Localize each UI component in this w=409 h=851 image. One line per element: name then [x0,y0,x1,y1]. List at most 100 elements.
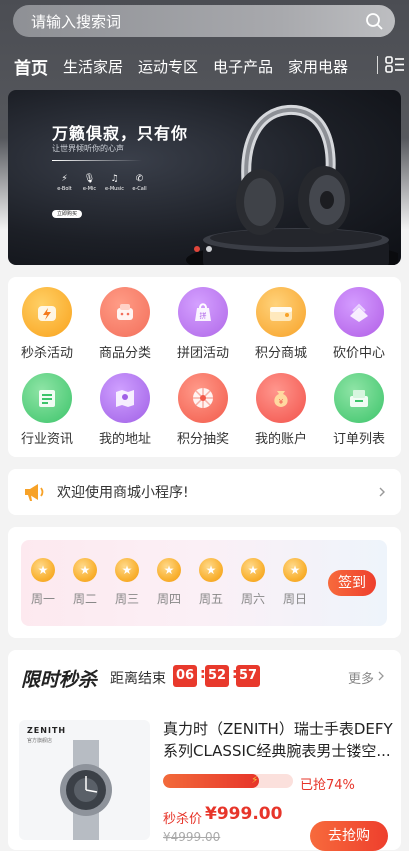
signin-card: ★ 周一 ★ 周二 ★ 周三 ★ 周四 ★ 周五 ★ 周六 ★ 周日 签到 [8,527,401,638]
category-product-categories[interactable]: 商品分类 [90,287,160,361]
countdown-minutes: 52 [205,665,229,687]
category-label: 积分商城 [254,346,307,361]
order-list-icon [334,373,384,423]
category-label: 积分抽奖 [176,432,229,447]
category-label: 行业资讯 [20,432,73,447]
price-label: 秒杀价 [163,812,203,827]
music-icon: ♫ [110,174,119,184]
tab-appliances[interactable]: 家用电器 [288,56,348,77]
category-label: 我的地址 [98,432,151,447]
tabs-divider [377,56,378,74]
category-flash-sale[interactable]: 秒杀活动 [12,287,82,361]
buy-button[interactable]: 去抢购 [310,821,388,851]
product-price: ¥999.00 [205,804,283,824]
day-label: 周四 [156,592,181,606]
banner-buy-button[interactable]: 立即购买 [52,210,82,218]
notice-text: 欢迎使用商城小程序! [57,485,189,501]
banner-feature: 🎙 e-Mic [77,174,102,192]
day-label: 周六 [240,592,265,606]
banner-feature: ⚡ e-Bolt [52,174,77,192]
star-coin-icon: ★ [283,558,307,582]
signin-day: ★ 周一 [23,558,63,607]
signin-button[interactable]: 签到 [328,570,376,596]
tab-home[interactable]: 首页 [14,54,48,79]
banner-dot-active[interactable] [194,246,200,252]
flash-sale-title: 限时秒杀 [21,669,98,691]
banner-dot[interactable] [206,246,212,252]
sold-progress-bar: ⚡ [163,774,293,788]
countdown-seconds: 57 [236,665,260,687]
day-label: 周日 [282,592,307,606]
category-bargain-center[interactable]: 砍价中心 [324,287,394,361]
category-menu-icon[interactable] [385,55,405,75]
category-grid: 秒杀活动 商品分类 拼 拼团活动 积分商城 砍价中心 行业资讯 我的地址 积分抽… [8,277,401,457]
banner-title: 万籁俱寂，只有你 [52,124,189,143]
star-coin-icon: ★ [115,558,139,582]
chevron-right-icon [379,487,385,497]
notice-bar[interactable]: 欢迎使用商城小程序! [8,469,401,515]
category-label: 拼团活动 [176,346,229,361]
signin-day: ★ 周四 [149,558,189,607]
search-icon[interactable] [365,12,383,30]
star-coin-icon: ★ [31,558,55,582]
search-bar[interactable]: 请输入搜索词 [13,5,395,37]
sold-progress-fill [163,774,260,788]
star-coin-icon: ★ [157,558,181,582]
wheel-icon [178,373,228,423]
banner-feature: ✆ e-Call [127,174,152,192]
category-points-lottery[interactable]: 积分抽奖 [168,373,238,447]
money-bag-icon: ¥ [256,373,306,423]
category-label: 砍价中心 [332,346,385,361]
product-image[interactable]: ZENITH 官方旗舰店 [19,720,150,840]
phone-icon: ✆ [135,174,144,184]
bargain-icon [334,287,384,337]
category-order-list[interactable]: 订单列表 [324,373,394,447]
tab-sports[interactable]: 运动专区 [138,56,198,77]
lightning-icon: ⚡ [251,775,259,786]
category-label: 秒杀活动 [20,346,73,361]
signin-day: ★ 周二 [65,558,105,607]
promo-banner[interactable]: 万籁俱寂，只有你 让世界倾听你的心声 ⚡ e-Bolt 🎙 e-Mic ♫ e-Mus… [8,90,401,265]
news-icon [22,373,72,423]
search-placeholder: 请输入搜索词 [31,12,122,31]
countdown-hours: 06 [173,665,197,687]
product-brand-logo: ZENITH [27,726,67,735]
category-label: 商品分类 [98,346,151,361]
more-link[interactable]: 更多 [348,668,374,687]
product-name[interactable]: 真力时（ZENITH）瑞士手表DEFY系列CLASSIC经典腕表男士镂空... [163,718,393,762]
banner-feature: ♫ e-Music [102,174,127,192]
svg-text:¥: ¥ [279,398,284,406]
mic-icon: 🎙 [83,174,96,184]
banner-features: ⚡ e-Bolt 🎙 e-Mic ♫ e-Music ✆ e-Call [52,174,152,192]
watch-image [60,740,112,840]
shop-icon [100,287,150,337]
original-price: ¥4999.00 [163,830,221,844]
category-label: 订单列表 [332,432,385,447]
category-points-mall[interactable]: 积分商城 [246,287,316,361]
star-coin-icon: ★ [73,558,97,582]
lightning-icon [22,287,72,337]
map-icon [100,373,150,423]
group-bag-icon: 拼 [178,287,228,337]
tab-home-living[interactable]: 生活家居 [63,56,123,77]
signin-panel: ★ 周一 ★ 周二 ★ 周三 ★ 周四 ★ 周五 ★ 周六 ★ 周日 签到 [21,540,387,626]
day-label: 周一 [30,592,55,606]
chevron-right-icon [378,671,384,681]
category-label: 我的账户 [254,432,307,447]
category-group-buy[interactable]: 拼 拼团活动 [168,287,238,361]
star-coin-icon: ★ [241,558,265,582]
signin-day: ★ 周三 [107,558,147,607]
day-label: 周五 [198,592,223,606]
category-industry-news[interactable]: 行业资讯 [12,373,82,447]
tab-electronics[interactable]: 电子产品 [213,56,273,77]
megaphone-icon [25,484,44,501]
banner-subtitle: 让世界倾听你的心声 [52,144,124,153]
category-my-address[interactable]: 我的地址 [90,373,160,447]
day-label: 周二 [72,592,97,606]
day-label: 周三 [114,592,139,606]
signin-day: ★ 周六 [233,558,273,607]
category-my-account[interactable]: ¥ 我的账户 [246,373,316,447]
category-tabs: 首页 生活家居 运动专区 电子产品 家用电器 [0,52,409,80]
flash-sale-card: 限时秒杀 距离结束 06 : 52 : 57 更多 ZENITH 官方旗舰店 真… [8,650,401,851]
star-coin-icon: ★ [199,558,223,582]
